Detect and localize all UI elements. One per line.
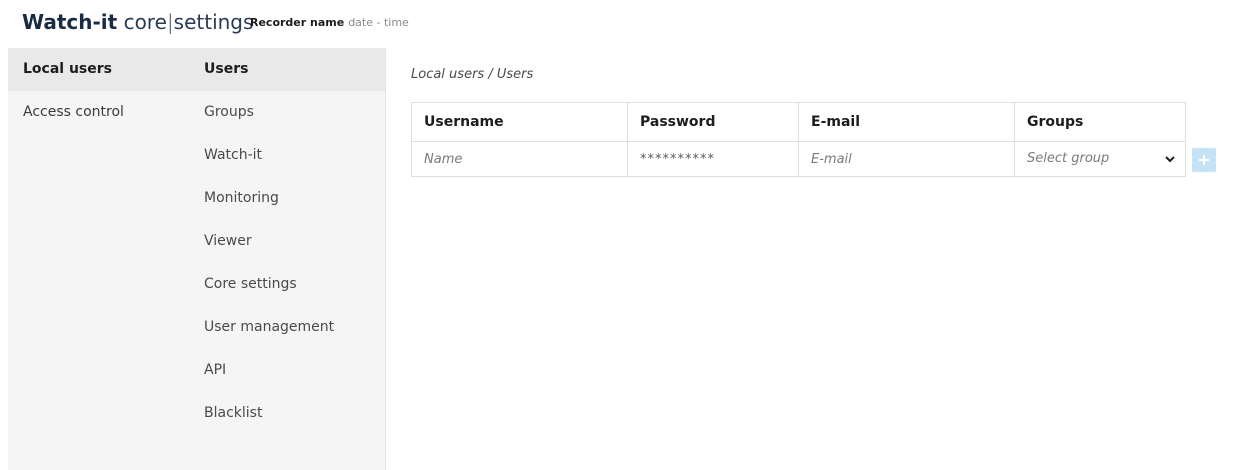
subnav-item-viewer[interactable]: Viewer <box>186 220 385 263</box>
column-header-email: E-mail <box>798 102 1015 142</box>
subnav-item-user-management[interactable]: User management <box>186 306 385 349</box>
subnav-item-groups[interactable]: Groups <box>186 91 385 134</box>
groups-cell: Select group <box>1014 141 1186 177</box>
recorder-info: Recorder name date - time <box>250 16 409 30</box>
recorder-name: Recorder name <box>250 16 345 29</box>
column-header-username: Username <box>411 102 628 142</box>
chevron-down-icon <box>1165 142 1175 176</box>
password-cell: ********** <box>627 141 799 177</box>
subnav-item-blacklist[interactable]: Blacklist <box>186 392 385 435</box>
column-header-password: Password <box>627 102 799 142</box>
brand-separator: | <box>166 10 174 34</box>
subnav-item-api[interactable]: API <box>186 349 385 392</box>
group-select[interactable]: Select group <box>1027 142 1185 176</box>
group-select-value: Select group <box>1027 151 1110 166</box>
email-input[interactable] <box>811 151 1014 167</box>
password-input[interactable]: ********** <box>640 152 715 167</box>
plus-icon <box>1198 151 1210 170</box>
username-cell <box>411 141 628 177</box>
table-header-row: Username Password E-mail Groups <box>411 102 1186 142</box>
brand-settings: settings <box>173 10 254 34</box>
app-title: Watch-it core|settings <box>22 9 253 35</box>
sidebar-item-local-users[interactable]: Local users <box>8 48 186 91</box>
primary-sidebar: Local users Access control <box>8 48 186 470</box>
recorder-date-time: date - time <box>348 16 409 29</box>
breadcrumb: Local users / Users <box>411 67 534 82</box>
column-header-groups: Groups <box>1014 102 1186 142</box>
add-user-button[interactable] <box>1192 148 1216 172</box>
username-input[interactable] <box>424 151 627 167</box>
brand-name: Watch-it <box>22 10 118 34</box>
subnav-item-monitoring[interactable]: Monitoring <box>186 177 385 220</box>
subnav-item-core-settings[interactable]: Core settings <box>186 263 385 306</box>
sidebar-item-access-control[interactable]: Access control <box>8 91 186 134</box>
email-cell <box>798 141 1015 177</box>
brand-core: core <box>123 10 167 34</box>
app-header: Watch-it core|settings Recorder name date… <box>0 0 1237 47</box>
new-user-row: ********** Select group <box>411 141 1186 177</box>
secondary-sidebar: Users Groups Watch-it Monitoring Viewer … <box>186 48 386 470</box>
subnav-item-users[interactable]: Users <box>186 48 385 91</box>
users-table: Username Password E-mail Groups ********… <box>411 102 1186 177</box>
subnav-item-watch-it[interactable]: Watch-it <box>186 134 385 177</box>
